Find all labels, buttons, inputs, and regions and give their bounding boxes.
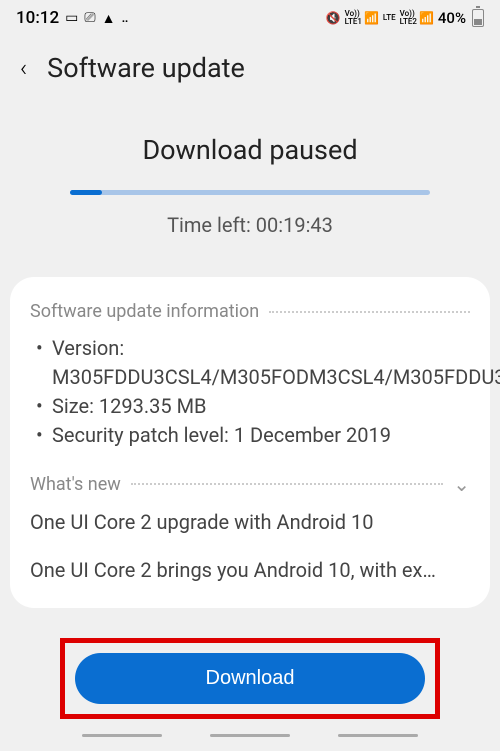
download-status-section: Download paused Time left: 00:19:43: [0, 104, 500, 237]
mute-icon: 🔇: [326, 11, 341, 25]
whats-new-headline: One UI Core 2 upgrade with Android 10: [30, 508, 470, 536]
page-title: Software update: [47, 52, 245, 84]
gallery-icon: ▭: [65, 10, 78, 26]
dots-divider: [269, 311, 470, 313]
dots-divider: [131, 483, 443, 485]
chevron-down-icon[interactable]: ⌄: [453, 472, 470, 496]
whats-new-section: What's new ⌄ One UI Core 2 upgrade with …: [30, 472, 470, 584]
status-bar: 10:12 ▭ ⎚ ▲ ‥ 🔇 Vo))LTE1📶 LTE Vo))LTE2📶 …: [0, 0, 500, 36]
battery-icon: [472, 9, 484, 27]
nav-back[interactable]: [338, 734, 418, 737]
whats-new-title: What's new: [30, 474, 121, 495]
info-size: Size: 1293.35 MB: [36, 392, 470, 421]
info-security: Security patch level: 1 December 2019: [36, 421, 470, 450]
back-icon[interactable]: ‹: [20, 54, 27, 82]
page-header: ‹ Software update: [0, 36, 500, 104]
download-highlight: Download: [60, 638, 440, 719]
status-left: 10:12 ▭ ⎚ ▲ ‥: [16, 8, 128, 28]
nav-recent[interactable]: [82, 734, 162, 737]
info-section-title: Software update information: [30, 301, 259, 322]
more-icon: ‥: [121, 10, 128, 26]
screen-icon: ⎚: [84, 10, 95, 26]
sim1-signal: Vo))LTE1📶: [345, 10, 379, 26]
warning-icon: ▲: [102, 10, 116, 27]
nav-bar: [0, 720, 500, 751]
lte-label: LTE: [383, 14, 396, 22]
time-left: Time left: 00:19:43: [0, 213, 500, 237]
nav-home[interactable]: [210, 734, 290, 737]
info-version: Version: M305FDDU3CSL4/M305FODM3CSL4/M30…: [36, 334, 470, 392]
info-card: Software update information Version: M30…: [10, 277, 490, 608]
status-right: 🔇 Vo))LTE1📶 LTE Vo))LTE2📶 40%: [326, 9, 484, 27]
status-time: 10:12: [16, 8, 59, 28]
whats-new-header[interactable]: What's new ⌄: [30, 472, 470, 496]
whats-new-detail: One UI Core 2 brings you Android 10, wit…: [30, 556, 470, 584]
progress-bar: [70, 190, 430, 195]
info-list: Version: M305FDDU3CSL4/M305FODM3CSL4/M30…: [30, 334, 470, 450]
download-status: Download paused: [0, 134, 500, 166]
download-button[interactable]: Download: [75, 653, 425, 704]
info-section-header: Software update information: [30, 301, 470, 322]
battery-percent: 40%: [438, 9, 466, 27]
sim2-signal: Vo))LTE2📶: [400, 10, 434, 26]
